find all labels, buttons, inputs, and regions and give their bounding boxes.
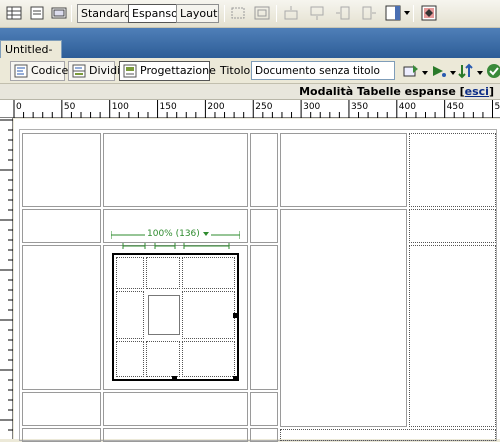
preview-dropdown-icon[interactable] [450,71,456,75]
toolbar-separator [224,5,225,22]
layout-cell[interactable] [409,209,496,243]
table-cell[interactable] [250,392,278,426]
code-view-button[interactable]: Codice [10,61,65,81]
layout-mode-button[interactable]: Layout [176,4,219,23]
nested-cell[interactable] [146,257,180,289]
nested-cell[interactable] [116,341,144,377]
document-tab-strip: Untitled-2* [0,28,500,58]
horizontal-ruler: 0 50 100 150 200 250 300 350 400 450 500 [0,100,500,118]
design-icon [123,64,137,78]
nested-cell[interactable] [116,291,144,339]
ruler-label: 100 [112,102,129,112]
design-view-button[interactable]: Progettazione [119,61,210,81]
table-cell[interactable] [22,209,101,243]
refresh-dropdown-icon[interactable] [477,71,483,75]
layout-table-icon[interactable] [51,5,67,21]
tag-chooser-icon[interactable] [421,5,437,21]
ruler-label: 300 [303,102,320,112]
resize-handle-bottom[interactable] [172,376,177,381]
nested-cell[interactable] [116,257,144,289]
layout-cell[interactable] [409,133,496,207]
ruler-label: 50 [64,102,76,112]
table-width-value: 100% (136) [147,229,200,239]
expanded-mode-button[interactable]: Espanso [128,4,177,23]
code-icon [14,64,28,78]
insert-toolbar: Standard Espanso Layout [0,0,500,28]
ruler-label: 400 [399,102,416,112]
document-toolbar: Codice Dividi Progettazione Titolo: [0,58,500,84]
nested-table-selected[interactable] [112,253,239,381]
table-cell[interactable] [22,392,101,426]
ruler-label: 250 [255,102,272,112]
insert-column-right-icon [361,5,377,21]
nested-cell[interactable] [182,291,235,339]
expanded-tables-bar: Modalità Tabelle espanse [esci] [0,84,500,100]
table-cell[interactable] [22,133,101,207]
table-cell[interactable] [250,133,278,207]
table-cell[interactable] [250,209,278,243]
standard-mode-button[interactable]: Standard [77,4,129,23]
frames-icon[interactable] [385,5,401,21]
exit-link-close: ] [489,85,494,98]
toolbar-separator [71,5,72,22]
horizontal-ruler-ticks: 0 50 100 150 200 250 300 350 400 450 500 [0,100,500,118]
table-cell[interactable] [103,392,248,426]
frames-dropdown-arrow-icon[interactable] [404,11,410,15]
layout-cell[interactable] [280,429,496,441]
ruler-label: 0 [16,102,22,112]
table-cell[interactable] [22,428,101,442]
split-view-button[interactable]: Dividi [68,61,115,81]
nested-inner-cell[interactable] [148,295,180,335]
page-title-input[interactable] [251,61,395,80]
preview-in-browser-icon[interactable] [431,63,447,79]
table-cell[interactable] [280,133,407,207]
document-tab[interactable]: Untitled-2* [0,40,62,58]
table-cell[interactable] [250,245,278,390]
insert-column-left-icon [335,5,351,21]
table-cell[interactable] [280,209,407,427]
vertical-ruler [0,118,13,439]
design-canvas[interactable]: 100% (136) [14,119,500,439]
resize-handle-right[interactable] [233,313,238,318]
ruler-label: 150 [160,102,177,112]
file-management-icon[interactable] [403,63,419,79]
resize-handle-corner[interactable] [233,376,238,381]
draw-layout-table-icon[interactable] [254,5,270,21]
ruler-label: 500 [495,102,500,112]
tab-strip-background [0,28,500,58]
ruler-label: 350 [351,102,368,112]
exit-expanded-mode-link[interactable]: esci [465,85,489,98]
split-view-label: Dividi [89,64,120,77]
table-icon[interactable] [6,5,22,21]
nested-cell[interactable] [182,257,235,289]
ruler-label: 450 [447,102,464,112]
table-cell[interactable] [103,133,248,207]
table-width-label[interactable]: 100% (136) [145,229,211,239]
toolbar-separator [413,5,414,22]
insert-row-below-icon [309,5,325,21]
draw-layout-cell-icon[interactable] [230,5,246,21]
layout-cell[interactable] [409,245,496,427]
layer-icon[interactable] [29,5,45,21]
nested-cell[interactable] [146,341,180,377]
code-view-label: Codice [31,64,68,77]
table-cell[interactable] [250,428,278,442]
table-cell[interactable] [103,428,248,442]
design-view-label: Progettazione [140,64,216,77]
nested-cell[interactable] [182,341,235,377]
expanded-tables-status: Modalità Tabelle espanse [esci] [299,85,494,98]
table-cell[interactable] [22,245,101,390]
file-management-dropdown-icon[interactable] [422,71,428,75]
refresh-design-view-icon[interactable] [458,63,474,79]
browser-check-icon[interactable] [486,63,500,79]
toolbar-separator [276,5,277,22]
table-width-header[interactable]: 100% (136) [111,229,240,253]
title-label: Titolo: [220,64,254,77]
expanded-tables-label: Modalità Tabelle espanse [299,85,456,98]
insert-row-above-icon [283,5,299,21]
split-icon [72,64,86,78]
table-width-dropdown-icon [203,232,209,236]
vertical-ruler-ticks [0,118,13,439]
ruler-label: 200 [207,102,224,112]
